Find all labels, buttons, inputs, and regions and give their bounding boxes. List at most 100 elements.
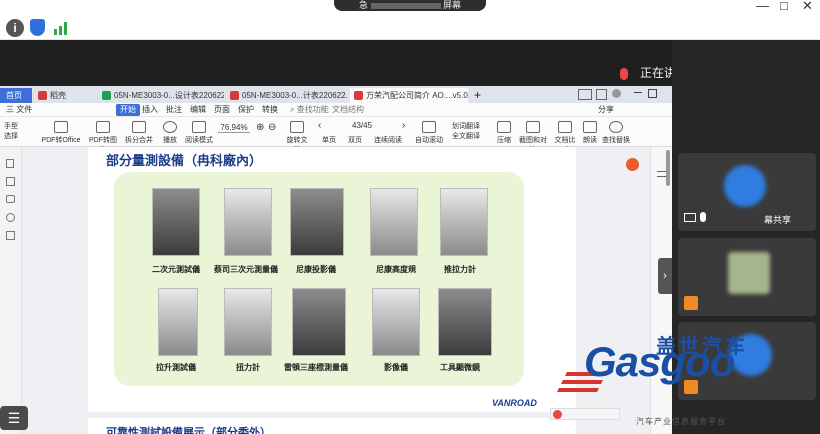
rotate-icon (290, 121, 304, 133)
menu-edit[interactable]: 编辑 (190, 103, 206, 117)
equipment-photo (440, 188, 488, 256)
ime-logo-icon (553, 410, 562, 419)
compress-icon (497, 121, 511, 133)
layout-icon[interactable] (578, 89, 592, 100)
watermark-en: Gasgoo (584, 338, 735, 385)
thumbnail-icon[interactable] (6, 177, 15, 186)
participant-tile[interactable] (678, 238, 816, 316)
page-number[interactable]: 43/45 (352, 121, 372, 130)
word-translate-button[interactable]: 划词翻译 全文翻译 (452, 121, 488, 141)
comment-icon[interactable] (6, 195, 15, 203)
menu-convert[interactable]: 转换 (262, 103, 278, 117)
single-page-button[interactable]: 单页 (322, 135, 336, 145)
search-function[interactable]: ⌕ 查找功能 (290, 103, 329, 117)
tab-label: 05N-ME3003-0...计表220622.pdf (242, 91, 348, 100)
share-button[interactable]: 分享 (598, 103, 614, 117)
menu-start[interactable]: 开始 (116, 104, 140, 116)
watermark-subtitle: 汽车产业信息服务平台 (636, 417, 726, 426)
full-translate-label: 全文翻译 (452, 133, 480, 140)
doc-compare-icon (558, 121, 572, 133)
mic-icon (700, 212, 706, 222)
zoom-out-icon[interactable]: ⊖ (268, 122, 276, 133)
read-mode-icon (192, 121, 206, 133)
maximize-icon[interactable]: □ (780, 0, 788, 12)
menu-page[interactable]: 页面 (214, 103, 230, 117)
hand-label: 手型 (4, 123, 18, 130)
split-icon (132, 121, 146, 133)
split-merge-button[interactable]: 拆分合并 (122, 121, 156, 145)
restore-icon[interactable] (648, 89, 657, 98)
find-replace-button[interactable]: 查找替换 (602, 121, 630, 145)
equipment-photo (370, 188, 418, 256)
equipment-caption: 扭力計 (236, 363, 260, 372)
tab-label: 首页 (6, 91, 22, 100)
screen-share-icon (684, 213, 696, 222)
participant-label: 幕共享 (764, 215, 792, 225)
tab-home[interactable]: 首页 (0, 88, 32, 103)
auto-scroll-button[interactable]: 自动滚动 (414, 121, 444, 145)
read-mode-button[interactable]: 阅读模式 (182, 121, 216, 145)
zoom-in-icon[interactable]: ⊕ (256, 122, 264, 133)
play-icon (163, 121, 177, 133)
grid-icon[interactable] (596, 89, 607, 100)
screen-share-banner[interactable]: 急 屏幕 (334, 0, 486, 11)
bookmark-icon[interactable] (6, 159, 14, 168)
select-label: 选择 (4, 133, 18, 140)
menu-protect[interactable]: 保护 (238, 103, 254, 117)
next-slide-title: 可靠性測試設備展示（部分委外） (106, 427, 271, 434)
hand-tool[interactable]: 手型 选择 (4, 121, 18, 141)
equipment-caption: 工具顯微鏡 (440, 363, 480, 372)
info-icon[interactable]: i (6, 19, 24, 37)
translate-label: 划词翻译 (452, 123, 480, 130)
read-aloud-button[interactable]: 朗读 (580, 121, 600, 145)
play-button[interactable]: 播放 (160, 121, 180, 145)
tab-pdf-design[interactable]: 05N-ME3003-0...计表220622.pdf (226, 88, 348, 103)
zoom-level[interactable]: 76.94% (218, 123, 250, 133)
find-replace-label: 查找替换 (602, 137, 630, 144)
tab-spreadsheet[interactable]: 05N-ME3003-0...设计表220622 V2 (98, 88, 224, 103)
tab-label: 05N-ME3003-0...设计表220622 V2 (114, 91, 224, 100)
document-structure[interactable]: 文档结构 (332, 103, 364, 117)
ime-toolbar[interactable] (550, 408, 620, 420)
prev-page-icon[interactable]: ‹ (318, 120, 321, 131)
avatar-icon[interactable] (612, 89, 621, 98)
avatar (728, 252, 770, 294)
next-page-icon[interactable]: › (402, 120, 405, 131)
play-label: 播放 (163, 137, 177, 144)
equipment-photo (290, 188, 344, 256)
participant-tile[interactable]: 幕共享 (678, 153, 816, 231)
pdf-office-icon (54, 121, 68, 133)
menu-insert[interactable]: 插入 (142, 103, 158, 117)
stamp-icon[interactable] (6, 231, 15, 240)
pdf-image-icon (96, 121, 110, 133)
equipment-photo (292, 288, 346, 356)
mic-muted-icon (620, 67, 628, 80)
minimize-icon[interactable] (634, 92, 642, 93)
close-icon[interactable]: ✕ (802, 0, 813, 12)
screenshot-icon (526, 121, 540, 133)
equipment-caption: 拉升測試儀 (156, 363, 196, 372)
double-page-button[interactable]: 双页 (348, 135, 362, 145)
minimize-icon[interactable]: — (756, 0, 769, 12)
translate-float-icon[interactable] (626, 158, 639, 171)
signal-icon[interactable] (54, 21, 70, 35)
vertical-scrollbar[interactable] (666, 150, 670, 186)
equipment-photo (224, 188, 272, 256)
continuous-read-button[interactable]: 连续阅读 (374, 135, 402, 145)
attachment-icon[interactable] (6, 213, 15, 222)
pdf-to-office-button[interactable]: PDF转Office (40, 121, 82, 145)
list-menu-icon[interactable]: ☰ (0, 406, 28, 430)
shield-icon[interactable] (30, 19, 45, 36)
menu-file[interactable]: 三 文件 (6, 103, 32, 117)
tab-docer[interactable]: 稻壳 (34, 88, 96, 103)
new-tab-button[interactable]: + (474, 88, 481, 102)
equipment-caption: 尼康高度規 (376, 265, 416, 274)
menu-comment[interactable]: 批注 (166, 103, 182, 117)
equipment-caption: 蔡司三次元測量儀 (214, 265, 278, 274)
tab-pdf-active[interactable]: 万荣汽配公司简介 AO....v5.0(1).pdf (350, 88, 468, 103)
compress-button[interactable]: 压缩 (494, 121, 514, 145)
tab-bar: 首页 稻壳 05N-ME3003-0...设计表220622 V2 05N-ME… (0, 86, 672, 103)
equipment-caption: 雷頓三座標測量儀 (284, 363, 348, 372)
panel-toggle-icon[interactable]: › (658, 258, 672, 294)
equipment-caption: 影像儀 (384, 363, 408, 372)
